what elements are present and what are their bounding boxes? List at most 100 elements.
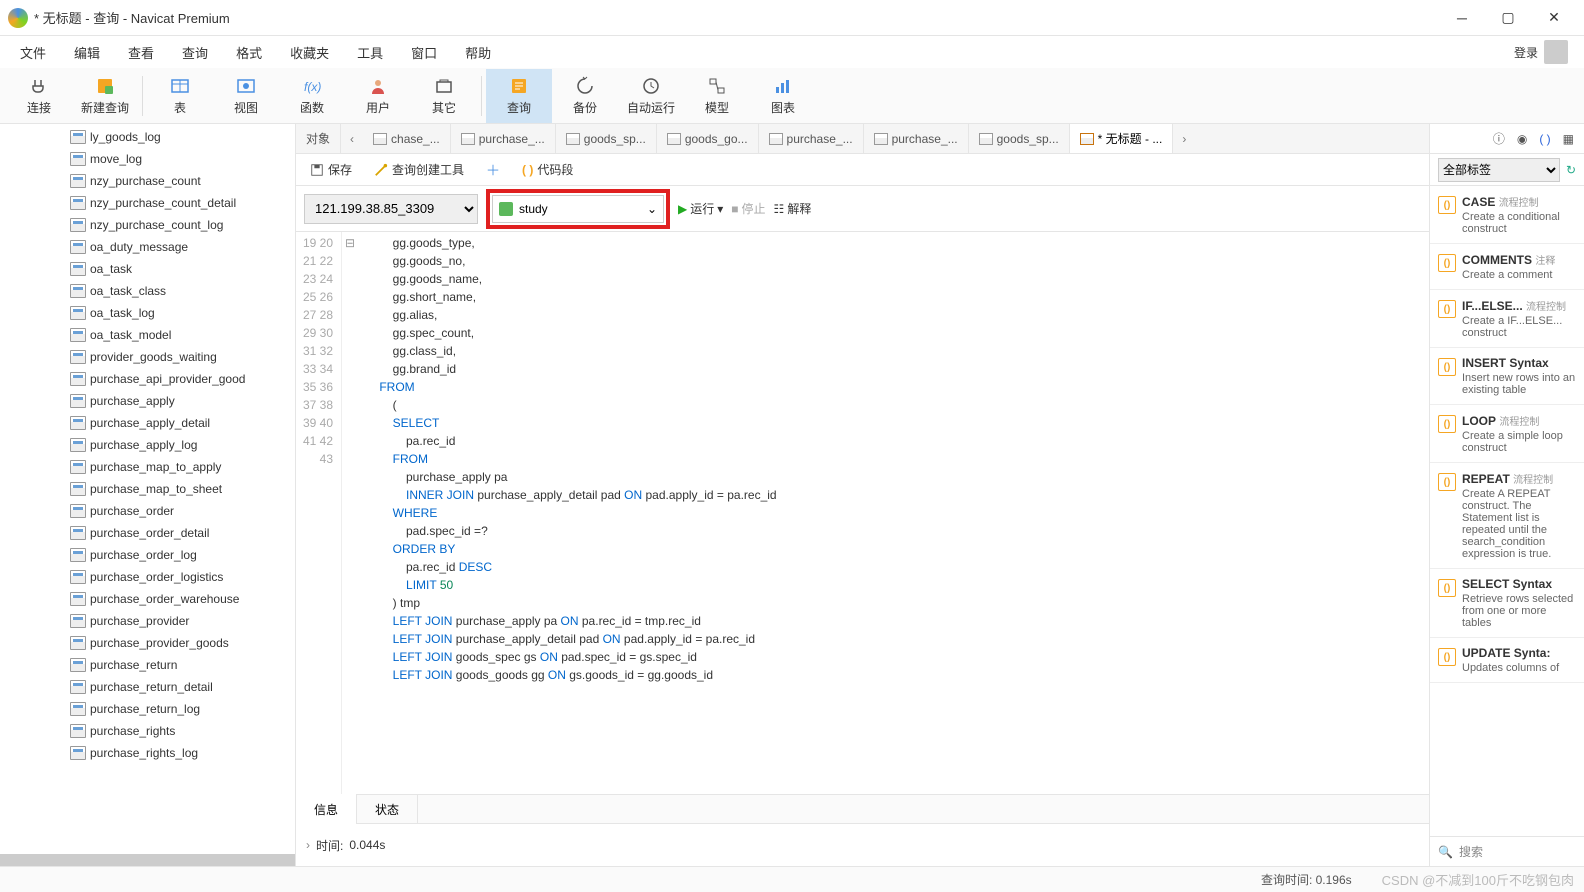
snippet-item[interactable]: ()UPDATE Synta: Updates columns of xyxy=(1430,638,1584,683)
table-item[interactable]: purchase_order xyxy=(0,500,295,522)
table-item[interactable]: provider_goods_waiting xyxy=(0,346,295,368)
toolbar-other[interactable]: 其它 xyxy=(411,69,477,123)
grid-icon[interactable]: ▦ xyxy=(1563,132,1574,146)
table-item[interactable]: purchase_apply xyxy=(0,390,295,412)
menu-查看[interactable]: 查看 xyxy=(114,37,168,68)
snippet-item[interactable]: ()LOOP 流程控制Create a simple loop construc… xyxy=(1430,405,1584,463)
menu-查询[interactable]: 查询 xyxy=(168,37,222,68)
table-item[interactable]: purchase_return_log xyxy=(0,698,295,720)
tab-query[interactable]: purchase_... xyxy=(864,124,969,154)
table-item[interactable]: purchase_order_detail xyxy=(0,522,295,544)
braces-icon[interactable]: ( ) xyxy=(1539,132,1550,146)
explain-button[interactable]: ☷ 解释 xyxy=(774,200,812,217)
table-item[interactable]: purchase_map_to_apply xyxy=(0,456,295,478)
snippet-item[interactable]: ()INSERT Syntax Insert new rows into an … xyxy=(1430,348,1584,405)
table-item[interactable]: purchase_return_detail xyxy=(0,676,295,698)
server-select[interactable]: 121.199.38.85_3309 xyxy=(304,194,478,224)
snippet-item[interactable]: ()SELECT Syntax Retrieve rows selected f… xyxy=(1430,569,1584,638)
close-button[interactable]: ✕ xyxy=(1532,3,1576,33)
table-item[interactable]: purchase_provider xyxy=(0,610,295,632)
toolbar-table[interactable]: 表 xyxy=(147,69,213,123)
toolbar-backup[interactable]: 备份 xyxy=(552,69,618,123)
chevron-right-icon[interactable]: › xyxy=(306,838,310,852)
tab-nav-right[interactable]: › xyxy=(1173,124,1195,154)
maximize-button[interactable]: ▢ xyxy=(1486,3,1530,33)
menu-工具[interactable]: 工具 xyxy=(343,37,397,68)
snippet-search[interactable]: 🔍 搜索 xyxy=(1430,836,1584,866)
toolbar-view[interactable]: 视图 xyxy=(213,69,279,123)
tab-query[interactable]: goods_sp... xyxy=(556,124,657,154)
chevron-down-icon[interactable]: ▾ xyxy=(717,202,723,216)
snippet-item[interactable]: ()REPEAT 流程控制Create A REPEAT construct. … xyxy=(1430,463,1584,569)
sidebar-scrollbar[interactable] xyxy=(0,854,295,866)
table-item[interactable]: oa_task_model xyxy=(0,324,295,346)
info-icon[interactable]: ⓘ xyxy=(1493,130,1505,147)
table-item[interactable]: oa_task_log xyxy=(0,302,295,324)
tag-filter-select[interactable]: 全部标签 xyxy=(1438,158,1560,182)
menu-文件[interactable]: 文件 xyxy=(6,37,60,68)
table-item[interactable]: purchase_apply_detail xyxy=(0,412,295,434)
menu-帮助[interactable]: 帮助 xyxy=(451,37,505,68)
table-item[interactable]: oa_task xyxy=(0,258,295,280)
table-item[interactable]: purchase_apply_log xyxy=(0,434,295,456)
toolbar-plug[interactable]: 连接 xyxy=(6,69,72,123)
table-item[interactable]: nzy_purchase_count_detail xyxy=(0,192,295,214)
tab-query[interactable]: goods_sp... xyxy=(969,124,1070,154)
tab-status[interactable]: 状态 xyxy=(357,794,418,824)
table-item[interactable]: purchase_order_warehouse xyxy=(0,588,295,610)
minimize-button[interactable]: ─ xyxy=(1440,3,1484,33)
sql-editor[interactable]: 19 20 21 22 23 24 25 26 27 28 29 30 31 3… xyxy=(296,232,1429,794)
tab-query[interactable]: purchase_... xyxy=(451,124,556,154)
beautify-button[interactable] xyxy=(480,159,506,181)
toolbar-auto[interactable]: 自动运行 xyxy=(618,69,684,123)
tab-info[interactable]: 信息 xyxy=(296,794,357,824)
tab-query[interactable]: goods_go... xyxy=(657,124,759,154)
toolbar-label: 备份 xyxy=(573,99,597,116)
table-item[interactable]: nzy_purchase_count xyxy=(0,170,295,192)
fold-column[interactable]: ⊟ xyxy=(342,232,358,794)
tab-query[interactable]: * 无标题 - ... xyxy=(1070,124,1174,154)
code-snippet-button[interactable]: ( ) 代码段 xyxy=(516,157,579,182)
run-button[interactable]: ▶ 运行 ▾ xyxy=(678,200,723,217)
table-item[interactable]: purchase_return xyxy=(0,654,295,676)
table-item[interactable]: oa_duty_message xyxy=(0,236,295,258)
table-item[interactable]: purchase_rights_log xyxy=(0,742,295,764)
table-item[interactable]: move_log xyxy=(0,148,295,170)
menu-窗口[interactable]: 窗口 xyxy=(397,37,451,68)
menu-格式[interactable]: 格式 xyxy=(222,37,276,68)
tab-nav-left[interactable]: ‹ xyxy=(341,124,363,154)
table-item[interactable]: purchase_order_log xyxy=(0,544,295,566)
table-item[interactable]: ly_goods_log xyxy=(0,126,295,148)
toolbar-fx[interactable]: f(x)函数 xyxy=(279,69,345,123)
login-button[interactable]: 登录 xyxy=(1504,34,1578,70)
menu-编辑[interactable]: 编辑 xyxy=(60,37,114,68)
table-name: purchase_order xyxy=(90,504,174,518)
database-select[interactable]: study ⌄ xyxy=(492,195,664,223)
table-item[interactable]: purchase_provider_goods xyxy=(0,632,295,654)
snippet-item[interactable]: ()CASE 流程控制Create a conditional construc… xyxy=(1430,186,1584,244)
query-builder-button[interactable]: 查询创建工具 xyxy=(368,157,470,182)
table-icon xyxy=(70,306,86,320)
code-area[interactable]: gg.goods_type, gg.goods_no, gg.goods_nam… xyxy=(358,232,1429,794)
snippet-item[interactable]: ()COMMENTS 注释Create a comment xyxy=(1430,244,1584,290)
sidebar-tables[interactable]: ly_goods_logmove_lognzy_purchase_countnz… xyxy=(0,124,296,866)
toolbar-newquery[interactable]: 新建查询 xyxy=(72,69,138,123)
table-item[interactable]: purchase_rights xyxy=(0,720,295,742)
toolbar-query[interactable]: 查询 xyxy=(486,69,552,123)
save-button[interactable]: 保存 xyxy=(304,157,358,182)
table-item[interactable]: purchase_api_provider_good xyxy=(0,368,295,390)
toolbar-chart[interactable]: 图表 xyxy=(750,69,816,123)
toolbar-user[interactable]: 用户 xyxy=(345,69,411,123)
menu-收藏夹[interactable]: 收藏夹 xyxy=(276,37,343,68)
table-item[interactable]: purchase_map_to_sheet xyxy=(0,478,295,500)
tab-query[interactable]: chase_... xyxy=(363,124,451,154)
toolbar-model[interactable]: 模型 xyxy=(684,69,750,123)
tab-query[interactable]: purchase_... xyxy=(759,124,864,154)
refresh-icon[interactable]: ↻ xyxy=(1566,163,1576,177)
table-item[interactable]: oa_task_class xyxy=(0,280,295,302)
snippet-item[interactable]: ()IF...ELSE... 流程控制Create a IF...ELSE...… xyxy=(1430,290,1584,348)
table-item[interactable]: nzy_purchase_count_log xyxy=(0,214,295,236)
table-item[interactable]: purchase_order_logistics xyxy=(0,566,295,588)
eye-icon[interactable]: ◉ xyxy=(1517,132,1527,146)
tab-objects[interactable]: 对象 xyxy=(296,124,341,154)
